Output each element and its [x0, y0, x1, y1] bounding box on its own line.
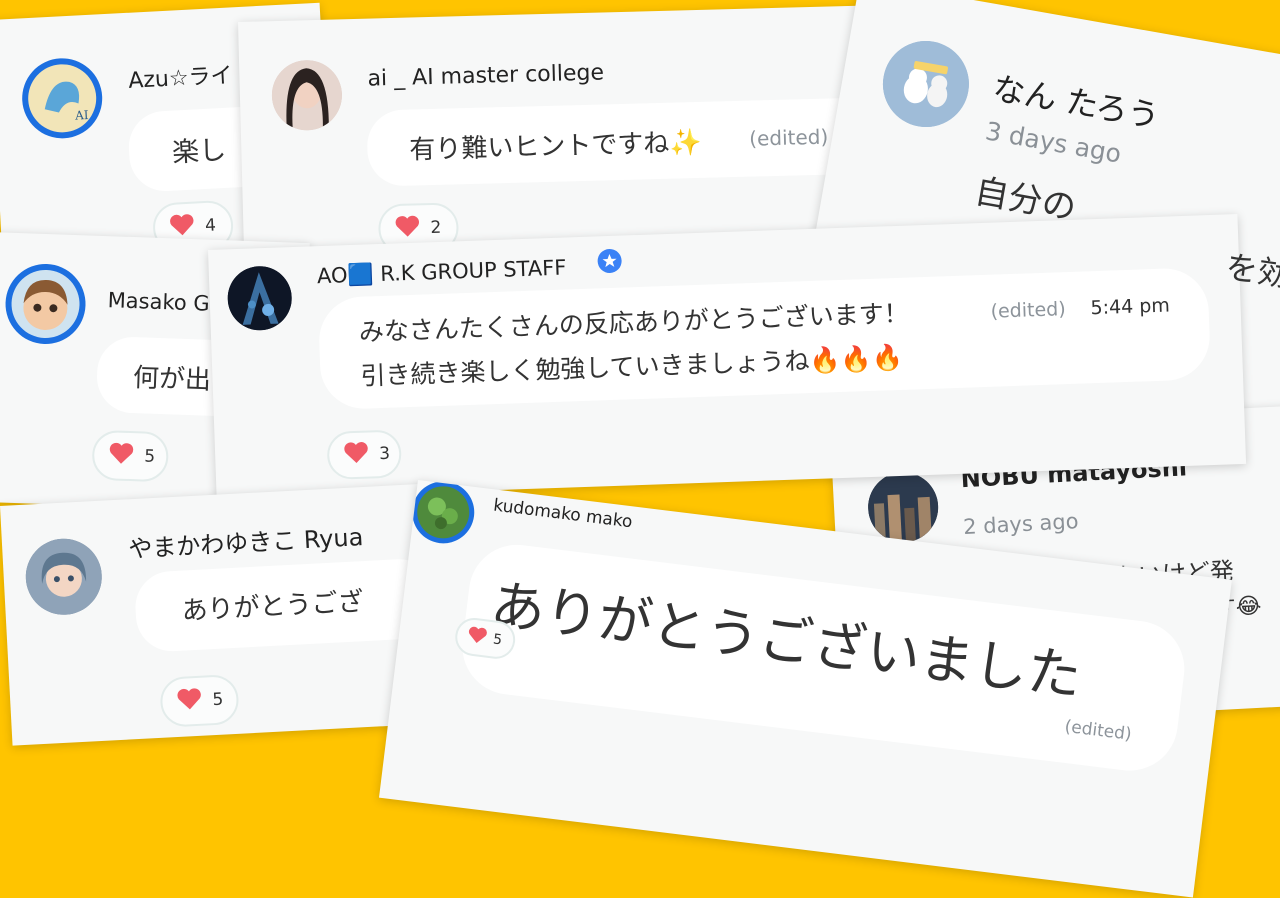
reaction-count: 3: [378, 443, 391, 465]
user-avatar[interactable]: [408, 480, 478, 547]
user-avatar[interactable]: [876, 34, 976, 134]
heart-icon: [108, 442, 135, 469]
user-name[interactable]: AO🟦 R.K GROUP STAFF: [317, 256, 567, 290]
message-text: 有り難いヒントですね✨: [409, 127, 703, 166]
verified-icon: [596, 248, 623, 275]
reaction-button[interactable]: 3: [326, 429, 403, 480]
message-text: 楽し: [171, 134, 227, 169]
heart-icon: [466, 625, 489, 649]
user-avatar[interactable]: AI: [20, 56, 105, 141]
message-text-peek: を効: [1223, 247, 1280, 295]
heart-icon: [176, 688, 203, 715]
reaction-count: 2: [430, 217, 442, 239]
comment-card-ao-staff: AO🟦 R.K GROUP STAFF みなさんたくさんの反応ありがとうございま…: [208, 214, 1247, 500]
user-name[interactable]: Azu☆ライ: [127, 57, 233, 94]
user-avatar[interactable]: [271, 59, 343, 132]
user-name[interactable]: やまかわゆきこ Ryua: [127, 517, 364, 564]
edited-label: (edited): [990, 298, 1067, 323]
reaction-button[interactable]: 5: [91, 429, 170, 483]
timestamp: 5:44 pm: [1090, 294, 1171, 320]
user-avatar[interactable]: [23, 536, 104, 617]
heart-icon: [168, 214, 195, 241]
message-text: 何が出: [132, 363, 212, 396]
svg-text:AI: AI: [74, 108, 89, 123]
reaction-count: 5: [143, 446, 156, 467]
user-avatar[interactable]: [226, 265, 293, 332]
user-avatar[interactable]: [4, 262, 87, 346]
heart-icon: [394, 215, 421, 242]
reaction-count: 5: [211, 689, 224, 711]
reaction-count: 4: [204, 215, 217, 237]
comment-card-ai-master: ai _ AI master college 有り難いヒントですね✨ (edit…: [238, 5, 865, 262]
reaction-count: 5: [492, 631, 503, 649]
user-name[interactable]: ai _ AI master college: [367, 60, 604, 91]
user-avatar[interactable]: [866, 470, 940, 545]
timestamp: 2 days ago: [962, 509, 1080, 540]
user-name[interactable]: Masako G: [107, 288, 210, 316]
heart-icon: [343, 442, 370, 469]
edited-label: (edited): [748, 124, 829, 151]
user-name[interactable]: kudomako mako: [492, 495, 633, 532]
comment-card-yamakawa: やまかわゆきこ Ryua ありがとうござ 5: [0, 484, 432, 746]
